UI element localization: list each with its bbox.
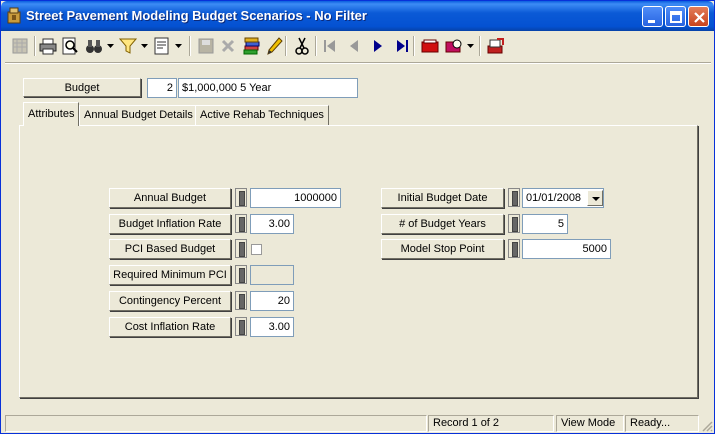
toolbar-divider — [5, 62, 711, 64]
field-handle[interactable] — [235, 265, 247, 284]
mode-indicator: View Mode — [556, 415, 624, 432]
initial-budget-date-label[interactable]: Initial Budget Date — [381, 188, 504, 208]
print-icon[interactable] — [37, 35, 59, 57]
chevron-down-icon[interactable] — [105, 35, 115, 57]
pci-based-budget-label[interactable]: PCI Based Budget — [109, 239, 231, 259]
next-record-icon[interactable] — [367, 35, 389, 57]
status-message — [5, 415, 427, 432]
model-stop-point-field[interactable]: 5000 — [522, 239, 611, 259]
filter-icon[interactable] — [117, 35, 139, 57]
window-title: Street Pavement Modeling Budget Scenario… — [26, 8, 367, 23]
book-view-icon[interactable] — [443, 35, 465, 57]
budget-button[interactable]: Budget — [23, 78, 141, 97]
resize-grip-icon[interactable] — [701, 420, 713, 432]
cost-inflation-rate-label[interactable]: Cost Inflation Rate — [109, 317, 231, 337]
title-bar[interactable]: Street Pavement Modeling Budget Scenario… — [1, 1, 714, 31]
num-budget-years-label[interactable]: # of Budget Years — [381, 214, 504, 234]
field-handle[interactable] — [235, 188, 247, 207]
pci-based-budget-checkbox[interactable] — [251, 244, 262, 255]
cost-inflation-rate-field[interactable]: 3.00 — [250, 317, 294, 337]
num-budget-years-field[interactable]: 5 — [522, 214, 568, 234]
binoculars-icon[interactable] — [83, 35, 105, 57]
budget-inflation-rate-label[interactable]: Budget Inflation Rate — [109, 214, 231, 234]
cut-icon[interactable] — [291, 35, 313, 57]
delete-icon[interactable] — [217, 35, 239, 57]
chevron-down-icon[interactable] — [139, 35, 149, 57]
required-minimum-pci-field[interactable] — [250, 265, 294, 285]
attributes-panel — [19, 125, 698, 398]
maximize-button[interactable] — [665, 6, 686, 27]
close-button[interactable] — [688, 6, 709, 27]
book-icon[interactable] — [419, 35, 441, 57]
contingency-percent-label[interactable]: Contingency Percent — [109, 291, 231, 311]
status-bar: Record 1 of 2 View Mode Ready... — [1, 412, 714, 434]
chevron-down-icon[interactable] — [465, 35, 475, 57]
field-handle[interactable] — [235, 317, 247, 336]
minimize-button[interactable] — [642, 6, 663, 27]
field-handle[interactable] — [235, 214, 247, 233]
budget-id-field[interactable]: 2 — [147, 78, 177, 98]
annual-budget-field[interactable]: 1000000 — [250, 188, 341, 208]
tab-annual-budget-details[interactable]: Annual Budget Details — [79, 105, 198, 125]
print-preview-icon[interactable] — [59, 35, 81, 57]
chevron-down-icon[interactable] — [173, 35, 183, 57]
chevron-down-icon[interactable] — [587, 190, 603, 206]
field-handle[interactable] — [508, 214, 520, 233]
last-record-icon[interactable] — [391, 35, 413, 57]
tab-active-rehab-techniques[interactable]: Active Rehab Techniques — [195, 105, 329, 125]
exit-icon[interactable] — [485, 35, 507, 57]
save-icon[interactable] — [195, 35, 217, 57]
field-handle[interactable] — [508, 188, 520, 207]
first-record-icon[interactable] — [319, 35, 341, 57]
annual-budget-label[interactable]: Annual Budget — [109, 188, 231, 208]
toolbar — [5, 32, 711, 60]
initial-budget-date-value: 01/01/2008 — [526, 192, 582, 204]
field-handle[interactable] — [508, 239, 520, 258]
required-minimum-pci-label[interactable]: Required Minimum PCI — [109, 265, 231, 285]
ready-indicator: Ready... — [625, 415, 699, 432]
edit-icon[interactable] — [264, 35, 286, 57]
field-handle[interactable] — [235, 291, 247, 310]
add-icon[interactable] — [241, 35, 263, 57]
form-icon[interactable] — [151, 35, 173, 57]
record-indicator: Record 1 of 2 — [428, 415, 554, 432]
previous-record-icon[interactable] — [343, 35, 365, 57]
app-icon — [7, 7, 21, 24]
budget-inflation-rate-field[interactable]: 3.00 — [250, 214, 294, 234]
budget-name-field[interactable]: $1,000,000 5 Year — [178, 78, 358, 98]
tab-attributes[interactable]: Attributes — [23, 102, 80, 126]
grid-icon[interactable] — [9, 35, 31, 57]
field-handle[interactable] — [235, 239, 247, 258]
model-stop-point-label[interactable]: Model Stop Point — [381, 239, 504, 259]
main-window: Street Pavement Modeling Budget Scenario… — [0, 0, 715, 434]
contingency-percent-field[interactable]: 20 — [250, 291, 294, 311]
